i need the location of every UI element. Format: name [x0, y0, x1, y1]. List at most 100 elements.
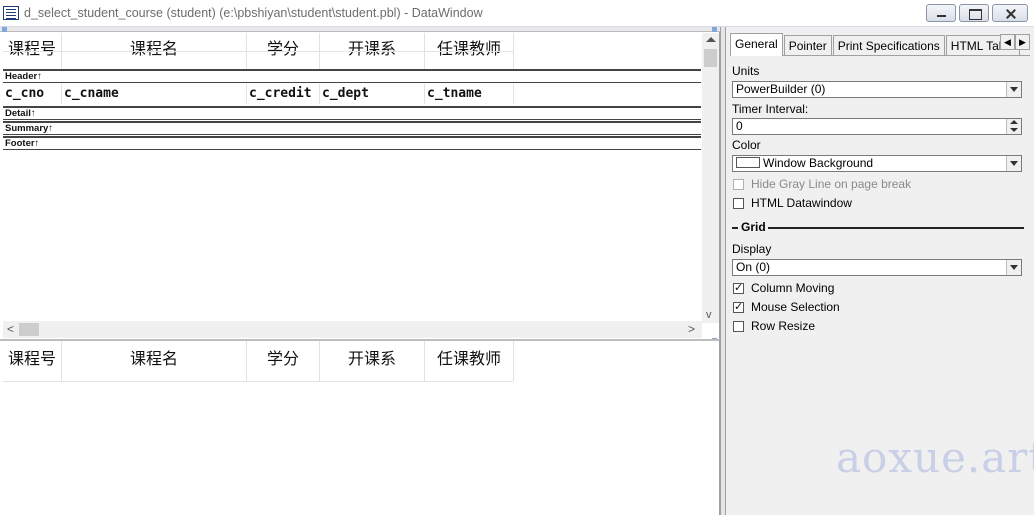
grid-line — [513, 33, 514, 70]
band-divider — [3, 149, 701, 150]
column-moving-checkbox[interactable]: Column Moving — [733, 281, 834, 295]
column-moving-label: Column Moving — [751, 281, 835, 295]
color-swatch-icon — [736, 157, 760, 168]
watermark-text: aoxue.art — [836, 433, 1034, 482]
tab-scroll-right-icon[interactable]: ▶ — [1015, 34, 1030, 50]
scroll-left-icon[interactable]: < — [7, 322, 14, 336]
color-label: Color — [732, 138, 761, 152]
grid-line — [319, 84, 320, 104]
preview-header-cno: 课程号 — [7, 349, 56, 368]
footer-band-bar[interactable] — [3, 136, 701, 138]
header-text-cno[interactable]: 课程号 — [3, 35, 61, 58]
header-text-dept[interactable]: 开课系 — [320, 35, 424, 58]
summary-band-label: Summary↑ — [5, 123, 54, 134]
window-title: d_select_student_course (student) (e:\pb… — [24, 6, 483, 20]
header-text-tname[interactable]: 任课教师 — [425, 35, 513, 58]
grid-line — [246, 84, 247, 104]
preview-pane[interactable]: 课程号 课程名 学分 开课系 任课教师 — [0, 339, 720, 515]
column-c-cname[interactable]: c_cname — [64, 86, 119, 101]
grid-line — [3, 51, 513, 52]
units-value: PowerBuilder (0) — [736, 82, 826, 96]
preview-header-tname: 任课教师 — [436, 349, 501, 368]
scroll-up-icon[interactable] — [706, 37, 716, 42]
resize-handle[interactable] — [2, 27, 7, 32]
chevron-down-icon[interactable] — [1006, 156, 1021, 171]
band-divider — [3, 134, 701, 135]
column-c-cno[interactable]: c_cno — [5, 86, 44, 101]
group-rule — [732, 227, 738, 229]
band-divider — [3, 119, 701, 120]
design-horizontal-scrollbar[interactable]: < > — [3, 321, 702, 338]
checkbox-box-icon[interactable] — [733, 197, 744, 209]
checkbox-checked-icon[interactable] — [733, 281, 744, 294]
grid-line — [61, 84, 62, 104]
timer-interval-label: Timer Interval: — [732, 102, 809, 116]
grid-group-label: Grid — [741, 220, 766, 234]
detail-band-label: Detail↑ — [5, 108, 36, 119]
detail-band-bar[interactable] — [3, 106, 701, 108]
scroll-down-icon[interactable]: v — [706, 310, 712, 321]
grid-line — [61, 341, 62, 381]
header-text-credit[interactable]: 学分 — [247, 35, 319, 58]
html-datawindow-checkbox[interactable]: HTML Datawindow — [733, 196, 852, 210]
row-resize-label: Row Resize — [751, 319, 816, 333]
html-datawindow-label: HTML Datawindow — [751, 196, 852, 210]
column-c-dept[interactable]: c_dept — [322, 86, 369, 101]
mouse-selection-checkbox[interactable]: Mouse Selection — [733, 300, 840, 314]
hide-gray-line-label: Hide Gray Line on page break — [751, 177, 912, 191]
properties-tabs: General Pointer Print Specifications HTM… — [730, 33, 1021, 56]
color-dropdown[interactable]: Window Background — [732, 155, 1022, 172]
checkbox-box-icon[interactable] — [733, 320, 744, 332]
units-label: Units — [732, 64, 760, 78]
group-rule — [768, 227, 1024, 229]
column-c-credit[interactable]: c_credit — [249, 86, 312, 101]
color-value: Window Background — [763, 156, 874, 170]
design-pane[interactable]: 课程号 课程名 学分 开课系 任课教师 Header↑ c_cno c_cnam… — [0, 27, 720, 343]
row-resize-checkbox[interactable]: Row Resize — [733, 319, 815, 333]
design-vertical-scrollbar[interactable]: v — [702, 33, 719, 323]
summary-band-bar[interactable] — [3, 121, 701, 123]
tab-general[interactable]: General — [730, 33, 783, 56]
preview-header-credit: 学分 — [266, 349, 299, 368]
grid-line — [319, 341, 320, 381]
chevron-down-icon[interactable] — [1006, 260, 1021, 275]
grid-line — [424, 84, 425, 104]
checkbox-checked-icon[interactable] — [733, 300, 744, 313]
units-dropdown[interactable]: PowerBuilder (0) — [732, 81, 1022, 98]
scroll-right-icon[interactable]: > — [688, 322, 695, 336]
pane-top-edge — [0, 27, 720, 32]
tab-print-specifications[interactable]: Print Specifications — [832, 35, 945, 56]
spinner-arrows-icon[interactable] — [1006, 119, 1021, 134]
header-text-cname[interactable]: 课程名 — [62, 35, 246, 58]
timer-interval-spinner[interactable]: 0 — [732, 118, 1022, 135]
maximize-button[interactable] — [959, 4, 989, 22]
tab-scroll-left-icon[interactable]: ◀ — [1000, 34, 1015, 50]
grid-group-header: Grid — [732, 220, 1024, 234]
resize-handle[interactable] — [712, 27, 717, 32]
mouse-selection-label: Mouse Selection — [751, 300, 840, 314]
display-dropdown[interactable]: On (0) — [732, 259, 1022, 276]
tab-pointer[interactable]: Pointer — [783, 35, 832, 56]
chevron-down-icon[interactable] — [1006, 82, 1021, 97]
title-bar: d_select_student_course (student) (e:\pb… — [0, 0, 1034, 27]
display-value: On (0) — [736, 260, 771, 274]
window-controls — [926, 4, 1028, 22]
scroll-thumb[interactable] — [704, 49, 717, 67]
scroll-thumb[interactable] — [19, 323, 39, 336]
hide-gray-line-checkbox: Hide Gray Line on page break — [733, 177, 911, 191]
header-band-label: Header↑ — [5, 71, 42, 82]
footer-band-label: Footer↑ — [5, 138, 40, 149]
header-band-bar[interactable] — [3, 69, 701, 71]
grid-line — [3, 381, 513, 382]
timer-interval-value: 0 — [736, 119, 743, 133]
grid-line — [246, 341, 247, 381]
column-c-tname[interactable]: c_tname — [427, 86, 482, 101]
tab-scroll-buttons: ◀ ▶ — [1000, 34, 1030, 50]
minimize-button[interactable] — [926, 4, 956, 22]
preview-header-dept: 开课系 — [347, 349, 396, 368]
preview-header-cname: 课程名 — [129, 349, 178, 368]
datawindow-app-icon — [3, 6, 19, 20]
grid-line — [424, 341, 425, 381]
grid-line — [513, 341, 514, 381]
close-button[interactable] — [992, 4, 1028, 22]
